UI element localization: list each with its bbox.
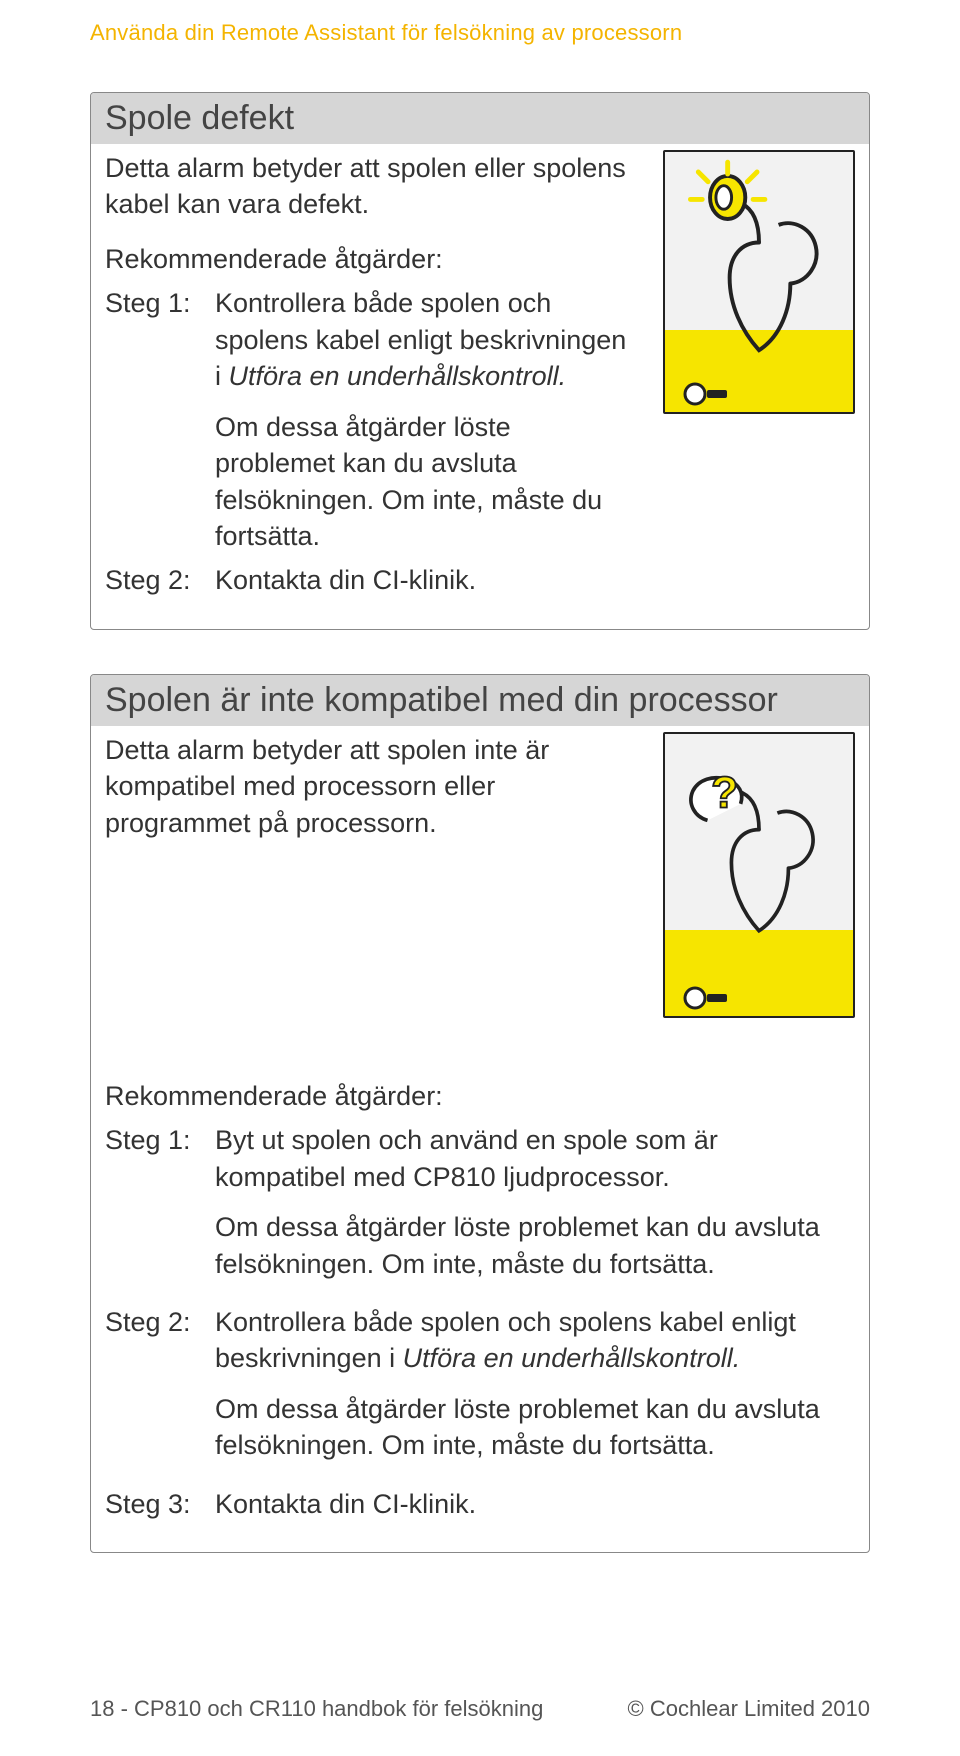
section-title: Spole defekt bbox=[91, 93, 869, 144]
step-label: Steg 2: bbox=[105, 562, 215, 606]
recommended-actions-label: Rekommenderade åtgärder: bbox=[105, 1078, 855, 1114]
step-label: Steg 1: bbox=[105, 285, 215, 562]
step-text: Kontakta din CI-klinik. bbox=[215, 562, 635, 606]
intro-text: Detta alarm betyder att spolen inte är k… bbox=[105, 732, 635, 841]
step-row: Steg 3: Kontakta din CI-klinik. bbox=[105, 1472, 855, 1530]
step-label: Steg 2: bbox=[105, 1290, 215, 1472]
page-header: Använda din Remote Assistant för felsökn… bbox=[90, 20, 870, 46]
processor-coil-question-icon: ? bbox=[663, 732, 855, 1018]
intro-text: Detta alarm betyder att spolen eller spo… bbox=[105, 150, 635, 223]
recommended-actions-label: Rekommenderade åtgärder: bbox=[105, 241, 635, 277]
step-text: Byt ut spolen och använd en spole som är… bbox=[215, 1122, 855, 1290]
coil-question-icon: ? bbox=[665, 734, 853, 962]
processor-coil-alarm-icon bbox=[663, 150, 855, 414]
switch-off-icon bbox=[683, 380, 733, 408]
section-title: Spolen är inte kompatibel med din proces… bbox=[91, 675, 869, 726]
footer-left: 18 - CP810 och CR110 handbok för felsökn… bbox=[90, 1696, 543, 1722]
step-text: Kontakta din CI-klinik. bbox=[215, 1472, 855, 1530]
step-label: Steg 1: bbox=[105, 1122, 215, 1290]
step-text: Kontrollera både spolen och spolens kabe… bbox=[215, 285, 635, 562]
footer-right: © Cochlear Limited 2010 bbox=[628, 1696, 870, 1722]
coil-spark-icon bbox=[665, 152, 853, 380]
step-row: Steg 1: Kontrollera både spolen och spol… bbox=[105, 285, 635, 562]
svg-text:?: ? bbox=[711, 768, 738, 817]
section-spole-inkompatibel: Spolen är inte kompatibel med din proces… bbox=[90, 674, 870, 1553]
switch-off-icon bbox=[683, 984, 733, 1012]
section-spole-defekt: Spole defekt Detta alarm betyder att spo… bbox=[90, 92, 870, 630]
page-footer: 18 - CP810 och CR110 handbok för felsökn… bbox=[90, 1696, 870, 1722]
step-row: Steg 2: Kontakta din CI-klinik. bbox=[105, 562, 635, 606]
step-row: Steg 2: Kontrollera både spolen och spol… bbox=[105, 1290, 855, 1472]
step-label: Steg 3: bbox=[105, 1472, 215, 1530]
step-text: Kontrollera både spolen och spolens kabe… bbox=[215, 1290, 855, 1472]
step-row: Steg 1: Byt ut spolen och använd en spol… bbox=[105, 1122, 855, 1290]
